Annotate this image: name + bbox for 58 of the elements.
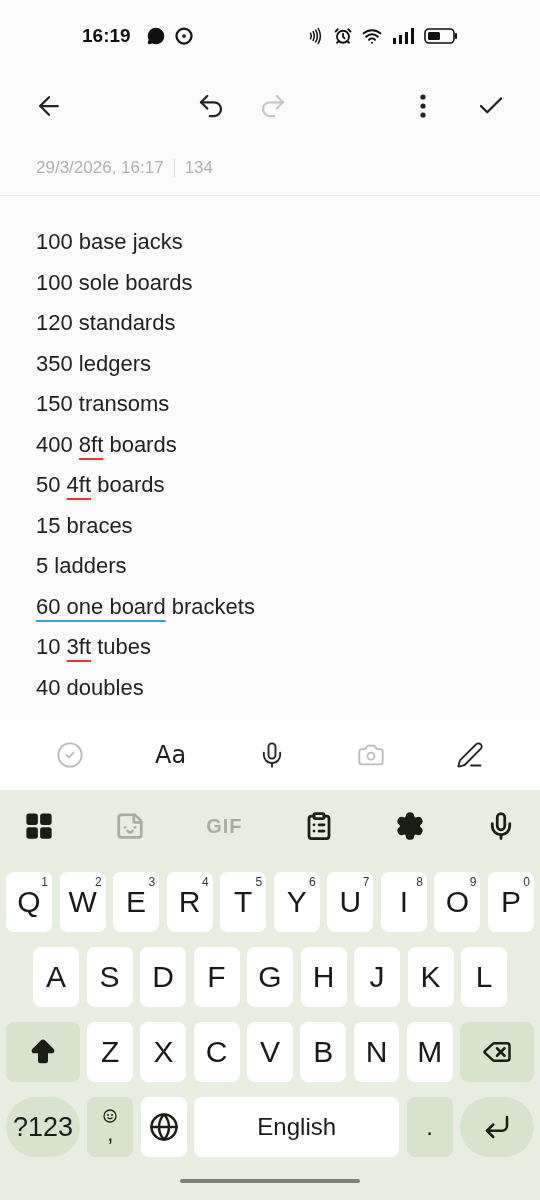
letter-key[interactable]: U 7 bbox=[327, 872, 374, 932]
note-line: 100 sole boards bbox=[36, 268, 194, 297]
battery-icon bbox=[424, 28, 458, 44]
letter-key[interactable]: B bbox=[300, 1022, 347, 1082]
chat-bubble-icon bbox=[146, 27, 165, 45]
note-line: 60 one board brackets bbox=[36, 592, 256, 621]
circle-dot-icon bbox=[174, 27, 193, 45]
period-key[interactable]: . bbox=[406, 1097, 453, 1157]
shift-key[interactable] bbox=[6, 1022, 80, 1082]
letter-key[interactable]: C bbox=[193, 1022, 240, 1082]
letter-key[interactable]: Q 1 bbox=[6, 872, 53, 932]
note-line: 5 ladders bbox=[36, 552, 128, 580]
note-line: 10 3ft tubes bbox=[36, 633, 152, 661]
note-line: 100 base jacks bbox=[36, 228, 184, 256]
letter-key[interactable]: Z bbox=[87, 1022, 133, 1082]
backspace-key[interactable] bbox=[460, 1022, 534, 1082]
letter-key[interactable]: I 8 bbox=[380, 872, 427, 932]
letter-key[interactable]: D bbox=[140, 947, 186, 1007]
letter-key[interactable]: L bbox=[461, 947, 507, 1007]
letter-key[interactable]: J bbox=[354, 947, 400, 1007]
emoji-key[interactable]: , bbox=[87, 1097, 134, 1157]
note-line: 150 transoms bbox=[36, 390, 171, 418]
note-line: 40 doubles bbox=[36, 673, 145, 702]
language-key[interactable] bbox=[140, 1097, 187, 1157]
alarm-icon bbox=[334, 27, 352, 45]
wifi-icon bbox=[362, 26, 382, 46]
note-line: 400 8ft boards bbox=[36, 430, 178, 459]
note-line: 120 standards bbox=[36, 309, 177, 337]
symbols-key[interactable]: ?123 bbox=[6, 1097, 80, 1157]
letter-key[interactable]: P 0 bbox=[487, 872, 534, 932]
letter-key[interactable]: W 2 bbox=[59, 872, 106, 932]
letter-key[interactable]: O 9 bbox=[434, 872, 481, 932]
globe-icon bbox=[148, 1112, 179, 1142]
space-key[interactable]: English bbox=[194, 1097, 400, 1157]
note-line: 15 braces bbox=[36, 511, 134, 540]
letter-key[interactable]: S bbox=[86, 947, 133, 1007]
smiley-icon bbox=[103, 1109, 118, 1123]
letter-key[interactable]: A bbox=[33, 947, 79, 1007]
letter-key[interactable]: K bbox=[407, 947, 454, 1007]
character-count: 134 bbox=[184, 157, 213, 178]
letter-key[interactable]: N bbox=[353, 1022, 400, 1082]
note-line: 50 4ft boards bbox=[36, 471, 166, 499]
letter-key[interactable]: H bbox=[300, 947, 347, 1007]
letter-key[interactable]: X bbox=[140, 1022, 187, 1082]
note-date: 29/3/2026, 16:17 bbox=[36, 157, 164, 178]
letter-key[interactable]: R 4 bbox=[166, 872, 213, 932]
letter-key[interactable]: G bbox=[247, 947, 293, 1007]
clock: 16:19 bbox=[82, 25, 131, 47]
note-line: 350 ledgers bbox=[36, 349, 152, 378]
letter-key[interactable]: T 5 bbox=[220, 872, 267, 932]
vertical-dots-icon bbox=[420, 94, 426, 118]
text-style-button[interactable]: Aa bbox=[151, 737, 191, 773]
letter-key[interactable]: E 3 bbox=[113, 872, 160, 932]
signal-icon bbox=[392, 28, 414, 44]
letter-key[interactable]: M bbox=[406, 1022, 453, 1082]
letter-key[interactable]: Y 6 bbox=[273, 872, 320, 932]
letter-key[interactable]: F bbox=[193, 947, 240, 1007]
letter-key[interactable]: V bbox=[247, 1022, 293, 1082]
